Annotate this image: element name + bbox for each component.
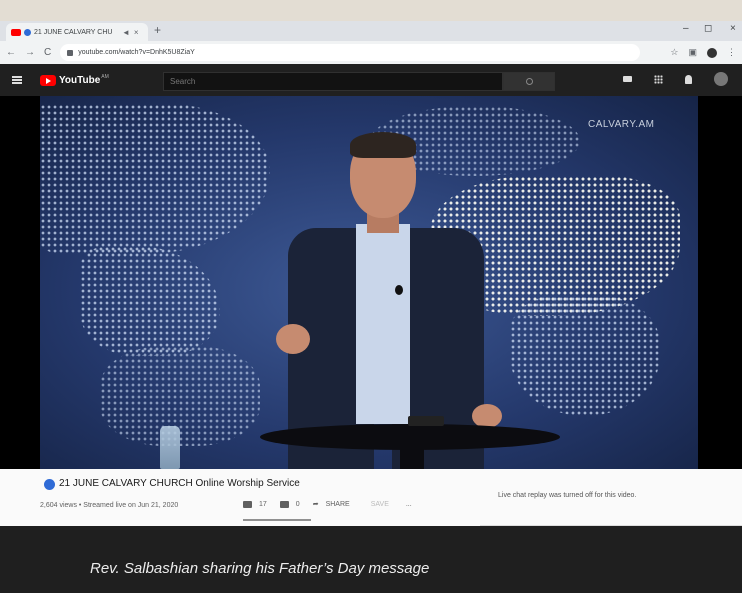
like-ratio-bar <box>243 519 311 521</box>
phone-on-table <box>408 416 444 426</box>
video-actions: 17 0 ➦ SHARE SAVE ... <box>243 500 412 508</box>
like-count[interactable]: 17 <box>259 501 267 508</box>
live-indicator-icon <box>24 28 31 36</box>
tab-title: 21 JUNE CALVARY CHU <box>34 28 113 36</box>
video-title: 21 JUNE CALVARY CHURCH Online Worship Se… <box>59 478 300 489</box>
reload-button[interactable]: C <box>44 47 51 58</box>
water-bottle <box>160 426 180 469</box>
extension-icon[interactable]: ▣ <box>688 47 697 58</box>
video-frame: CALVARY.AM <box>40 96 698 469</box>
map-dots <box>40 104 270 254</box>
address-bar[interactable]: youtube.com/watch?v=DnhK5U8ZiaY <box>60 44 641 61</box>
menu-dots-icon[interactable]: ⋮ <box>727 47 736 58</box>
thumbs-up-icon[interactable] <box>243 500 252 508</box>
browser-chrome: 21 JUNE CALVARY CHU ◄ × + – ◻ × ← → C yo… <box>0 21 742 64</box>
share-icon[interactable]: ➦ <box>313 500 319 508</box>
url-text: youtube.com/watch?v=DnhK5U8ZiaY <box>78 49 195 56</box>
hand <box>276 324 310 354</box>
youtube-header: YouTube AM Search <box>0 64 742 96</box>
profile-avatar-icon[interactable] <box>707 47 717 58</box>
search-icon <box>525 78 533 85</box>
live-indicator-icon <box>44 479 55 490</box>
video-meta: 2,604 views • Streamed live on Jun 21, 2… <box>40 502 179 509</box>
video-info-bar: 21 JUNE CALVARY CHURCH Online Worship Se… <box>0 469 742 526</box>
speaker-figure <box>252 132 512 469</box>
create-video-icon[interactable] <box>623 76 632 82</box>
hair <box>350 132 416 158</box>
photo-caption: Rev. Salbashian sharing his Father’s Day… <box>90 560 430 577</box>
map-dots <box>510 296 660 416</box>
browser-toolbar: ← → C youtube.com/watch?v=DnhK5U8ZiaY ☆ … <box>0 41 742 64</box>
new-tab-button[interactable]: + <box>154 23 161 37</box>
hamburger-menu-icon[interactable] <box>12 76 22 84</box>
table-stem <box>400 441 424 469</box>
chat-replay-notice: Live chat replay was turned off for this… <box>498 492 637 499</box>
bookmark-star-icon[interactable]: ☆ <box>670 47 678 58</box>
youtube-logo-text[interactable]: YouTube <box>59 75 100 86</box>
channel-watermark: CALVARY.AM <box>588 119 655 130</box>
youtube-favicon-icon <box>11 28 21 36</box>
thumbs-down-icon[interactable] <box>279 500 289 508</box>
video-player[interactable]: CALVARY.AM <box>0 96 742 469</box>
chat-divider <box>480 525 742 526</box>
map-dots <box>80 246 220 356</box>
speaker-icon[interactable]: ◄ <box>122 28 130 37</box>
lock-icon <box>67 49 74 56</box>
youtube-logo-icon[interactable] <box>40 74 56 86</box>
maximize-button[interactable]: ◻ <box>704 23 712 34</box>
header-actions <box>623 72 728 86</box>
toolbar-actions: ☆ ▣ ⋮ <box>670 47 736 58</box>
tab-strip: 21 JUNE CALVARY CHU ◄ × + – ◻ × <box>0 21 742 41</box>
forward-button[interactable]: → <box>25 47 35 58</box>
close-tab-button[interactable]: × <box>134 28 139 37</box>
notifications-bell-icon[interactable] <box>685 74 692 84</box>
browser-tab[interactable]: 21 JUNE CALVARY CHU ◄ × <box>6 23 148 41</box>
save-button[interactable]: SAVE <box>371 501 389 508</box>
photo-top-band <box>0 0 742 21</box>
minimize-button[interactable]: – <box>683 23 689 34</box>
apps-grid-icon[interactable] <box>654 74 663 84</box>
lapel-mic-icon <box>395 285 403 295</box>
shirt <box>356 224 410 424</box>
country-code: AM <box>101 74 109 80</box>
account-avatar[interactable] <box>714 72 728 86</box>
more-actions-button[interactable]: ... <box>406 501 412 508</box>
map-dots <box>100 346 260 446</box>
search-input[interactable]: Search <box>163 72 503 91</box>
back-button[interactable]: ← <box>6 47 16 58</box>
share-button[interactable]: SHARE <box>326 501 350 508</box>
close-window-button[interactable]: × <box>730 23 736 34</box>
dislike-count[interactable]: 0 <box>296 501 300 508</box>
search-button[interactable] <box>503 72 555 91</box>
